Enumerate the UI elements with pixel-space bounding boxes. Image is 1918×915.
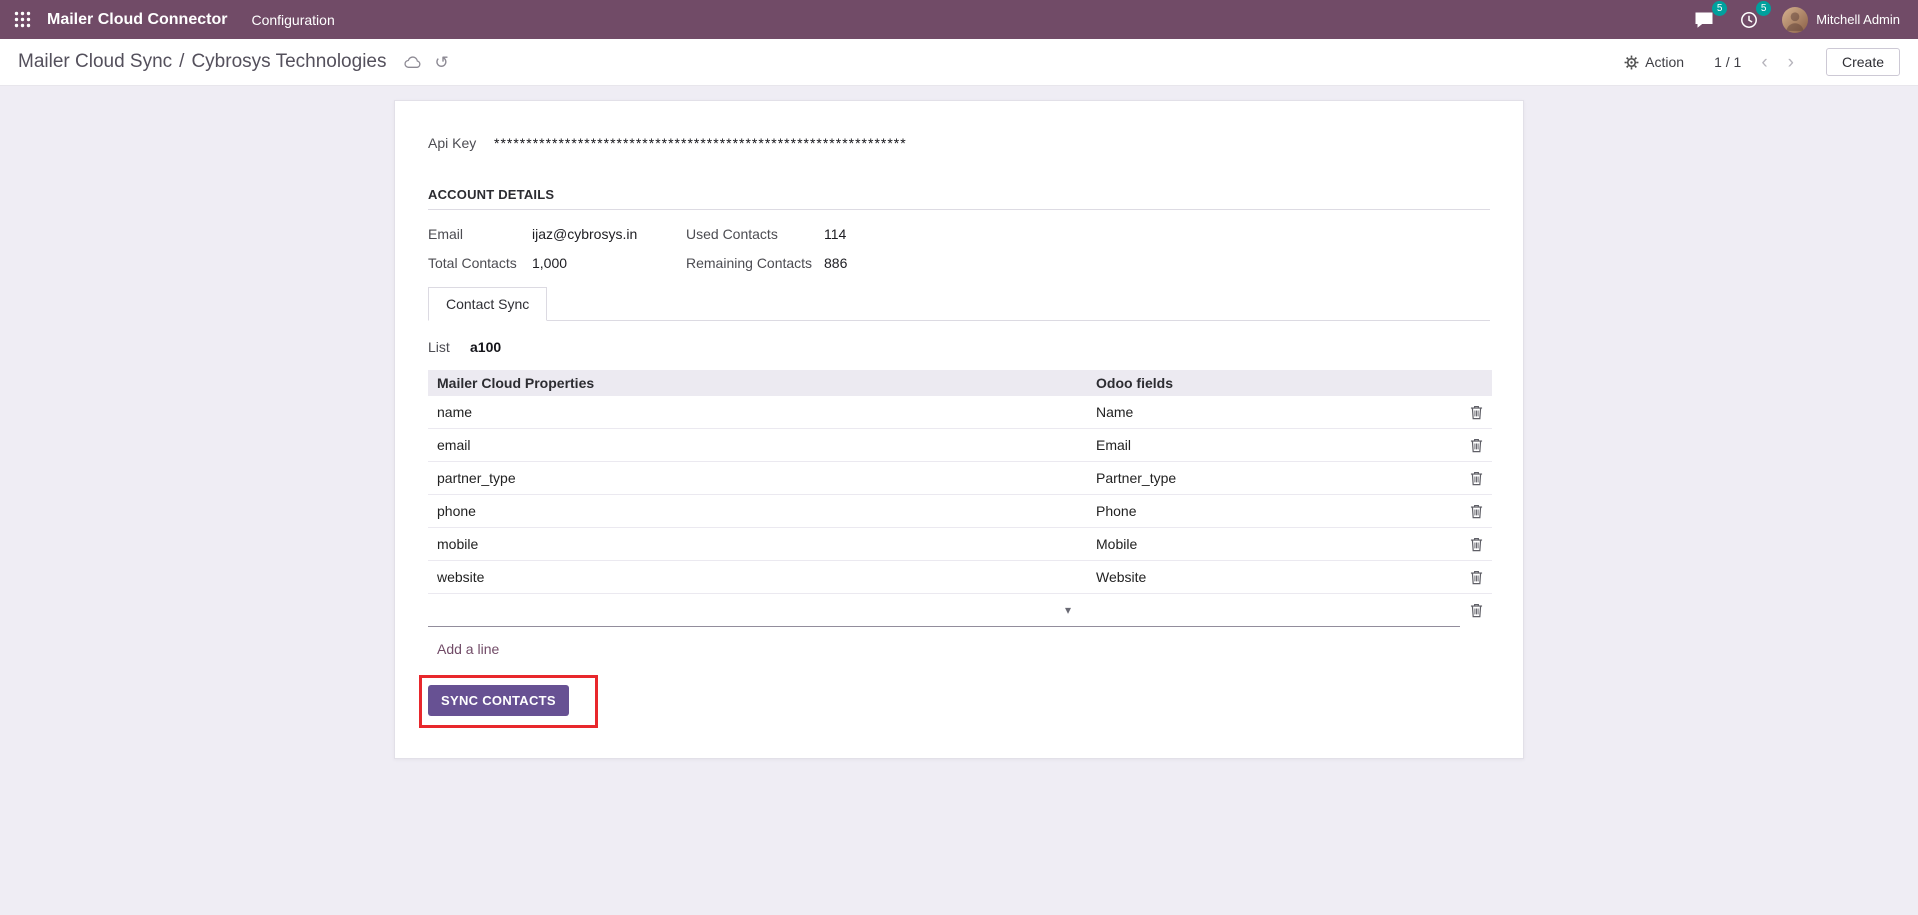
top-navbar: Mailer Cloud Connector Configuration 5 5: [0, 0, 1918, 39]
caret-down-icon: ▾: [1065, 604, 1071, 616]
delete-row-icon[interactable]: [1466, 566, 1487, 589]
table-row[interactable]: partner_type Partner_type: [428, 462, 1492, 495]
header-actions: [1460, 370, 1492, 396]
table-row[interactable]: name Name: [428, 396, 1492, 429]
tab-contact-sync[interactable]: Contact Sync: [428, 287, 547, 321]
breadcrumb-current: Cybrosys Technologies: [191, 51, 386, 73]
gear-icon: [1624, 55, 1639, 70]
table-row[interactable]: email Email: [428, 429, 1492, 462]
mapping-table-header: Mailer Cloud Properties Odoo fields: [428, 370, 1492, 396]
pager-previous-icon[interactable]: ‹: [1759, 53, 1769, 72]
property-dropdown[interactable]: ▾: [428, 594, 1087, 627]
messages-icon[interactable]: 5: [1692, 9, 1716, 31]
activities-badge: 5: [1756, 1, 1771, 16]
discard-undo-icon[interactable]: ↺: [434, 54, 448, 71]
header-odoo-fields: Odoo fields: [1087, 370, 1460, 396]
breadcrumb-separator: /: [179, 51, 184, 73]
breadcrumb-parent[interactable]: Mailer Cloud Sync: [18, 51, 172, 73]
breadcrumb: Mailer Cloud Sync / Cybrosys Technologie…: [18, 51, 386, 73]
sync-area: SYNC CONTACTS: [428, 675, 1490, 728]
table-row[interactable]: mobile Mobile: [428, 528, 1492, 561]
pager: 1 / 1 ‹ ›: [1714, 53, 1796, 72]
cloud-sync-icon[interactable]: [404, 55, 422, 69]
account-details-title: ACCOUNT DETAILS: [428, 187, 1490, 202]
list-value: a100: [470, 339, 501, 355]
api-key-field: Api Key ********************************…: [428, 135, 1490, 151]
menu-configuration[interactable]: Configuration: [251, 12, 334, 28]
action-menu-button[interactable]: Action: [1624, 54, 1684, 70]
delete-row-icon[interactable]: [1466, 533, 1487, 556]
pager-value[interactable]: 1 / 1: [1714, 54, 1741, 70]
used-contacts-field: Used Contacts 114: [686, 226, 1490, 242]
apps-grid-icon[interactable]: [12, 9, 33, 30]
delete-row-icon[interactable]: [1466, 401, 1487, 424]
form-sheet: Api Key ********************************…: [394, 100, 1524, 759]
action-label: Action: [1645, 54, 1684, 70]
total-contacts-field: Total Contacts 1,000: [428, 255, 686, 271]
email-field: Email ijaz@cybrosys.in: [428, 226, 686, 242]
notebook-tabs: Contact Sync: [428, 287, 1490, 321]
api-key-value: ****************************************…: [494, 135, 907, 151]
mapping-table: Mailer Cloud Properties Odoo fields name…: [428, 370, 1492, 663]
avatar: [1782, 7, 1808, 33]
user-menu[interactable]: Mitchell Admin: [1782, 7, 1900, 33]
remaining-contacts-field: Remaining Contacts 886: [686, 255, 1490, 271]
list-label: List: [428, 339, 470, 355]
delete-row-icon[interactable]: [1466, 599, 1487, 622]
table-row[interactable]: website Website: [428, 561, 1492, 594]
sync-contacts-button[interactable]: SYNC CONTACTS: [428, 685, 569, 716]
table-row-new[interactable]: ▾: [428, 594, 1492, 627]
delete-row-icon[interactable]: [1466, 500, 1487, 523]
app-name[interactable]: Mailer Cloud Connector: [47, 11, 227, 29]
header-mailer-cloud-properties: Mailer Cloud Properties: [428, 370, 1087, 396]
main-content: Api Key ********************************…: [0, 86, 1918, 759]
account-details-fields: Email ijaz@cybrosys.in Used Contacts 114…: [428, 226, 1490, 271]
table-row[interactable]: phone Phone: [428, 495, 1492, 528]
list-field: List a100: [428, 339, 1490, 355]
section-divider: [428, 209, 1490, 210]
add-a-line-link[interactable]: Add a line: [428, 635, 508, 663]
create-button[interactable]: Create: [1826, 48, 1900, 76]
control-panel: Mailer Cloud Sync / Cybrosys Technologie…: [0, 39, 1918, 86]
user-name: Mitchell Admin: [1816, 12, 1900, 27]
pager-next-icon[interactable]: ›: [1786, 53, 1796, 72]
api-key-label: Api Key: [428, 135, 494, 151]
highlight-annotation: SYNC CONTACTS: [419, 675, 598, 728]
delete-row-icon[interactable]: [1466, 467, 1487, 490]
messages-badge: 5: [1712, 1, 1727, 16]
odoo-field-input[interactable]: [1087, 594, 1460, 627]
delete-row-icon[interactable]: [1466, 434, 1487, 457]
activities-clock-icon[interactable]: 5: [1738, 9, 1760, 31]
